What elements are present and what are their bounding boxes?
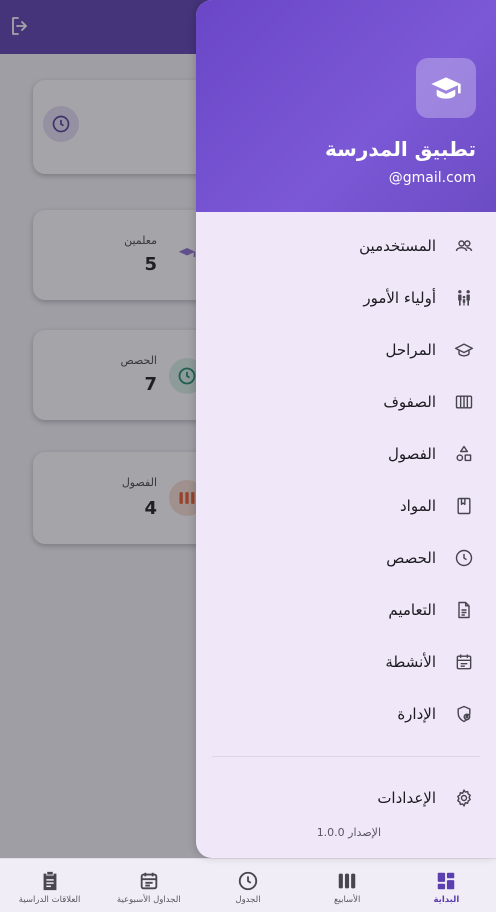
columns-icon [455, 395, 473, 409]
menu-item-label: الصفوف [383, 393, 436, 411]
drawer-divider [212, 756, 480, 757]
shapes-icon [456, 445, 472, 462]
nav-item-weekly-schedules[interactable]: الجداول الأسبوعية [99, 859, 198, 912]
nav-label: الجداول الأسبوعية [116, 895, 181, 905]
graduation-cap-icon [416, 58, 476, 118]
user-email: @gmail.com [388, 170, 476, 186]
menu-item-label: الإعدادات [377, 789, 436, 807]
menu-item-subjects[interactable]: المواد [196, 480, 496, 532]
clock-icon [455, 549, 473, 567]
weeks-columns-icon [338, 873, 356, 889]
gear-icon [457, 789, 471, 807]
nav-label: الجدول [235, 895, 261, 905]
calendar-icon [140, 872, 158, 890]
menu-item-periods[interactable]: الحصص [196, 532, 496, 584]
navigation-drawer: تطبيق المدرسة @gmail.com المستخدمين أولي… [196, 0, 496, 858]
drawer-settings: الإعدادات [196, 772, 496, 824]
graduation-cap-icon [454, 343, 474, 357]
menu-item-label: الحصص [386, 549, 436, 567]
menu-item-users[interactable]: المستخدمين [196, 220, 496, 272]
menu-item-label: التعاميم [388, 601, 436, 619]
nav-item-schedule[interactable]: الجدول [198, 859, 297, 912]
menu-item-activities[interactable]: الأنشطة [196, 636, 496, 688]
nav-item-academic-relations[interactable]: العلاقات الدراسية [0, 859, 99, 912]
users-icon [455, 240, 473, 252]
app-title: تطبيق المدرسة [325, 137, 476, 161]
menu-item-grades[interactable]: الصفوف [196, 376, 496, 428]
menu-item-stages[interactable]: المراحل [196, 324, 496, 376]
clipboard-icon [43, 871, 56, 891]
menu-item-classes[interactable]: الفصول [196, 428, 496, 480]
menu-item-label: الإدارة [397, 705, 436, 723]
menu-item-label: الفصول [388, 445, 436, 463]
nav-item-home[interactable]: البداية [397, 859, 496, 912]
drawer-menu: المستخدمين أولياء الأمور المراحل الصفوف … [196, 220, 496, 740]
nav-label: البداية [433, 895, 460, 905]
menu-item-label: الأنشطة [385, 653, 436, 671]
nav-item-weeks[interactable]: الأسابيع [298, 859, 397, 912]
document-icon [458, 601, 470, 619]
family-icon [458, 290, 470, 306]
bottom-navigation: البداية الأسابيع الجدول الجداول الأسبوعي… [0, 858, 496, 912]
menu-item-label: المستخدمين [359, 237, 436, 255]
admin-shield-icon [457, 705, 471, 723]
menu-item-administration[interactable]: الإدارة [196, 688, 496, 740]
drawer-header: تطبيق المدرسة @gmail.com [196, 0, 496, 212]
clock-icon [238, 871, 258, 891]
menu-item-settings[interactable]: الإعدادات [196, 772, 496, 824]
calendar-icon [456, 654, 472, 670]
menu-item-label: المواد [399, 497, 436, 515]
menu-item-label: أولياء الأمور [363, 289, 436, 307]
menu-item-circulars[interactable]: التعاميم [196, 584, 496, 636]
nav-label: العلاقات الدراسية [18, 895, 81, 905]
menu-item-label: المراحل [385, 341, 437, 359]
book-icon [457, 497, 471, 515]
app-version: الإصدار 1.0.0 [316, 826, 381, 839]
menu-item-parents[interactable]: أولياء الأمور [196, 272, 496, 324]
dashboard-icon [438, 872, 455, 890]
nav-label: الأسابيع [334, 895, 361, 905]
